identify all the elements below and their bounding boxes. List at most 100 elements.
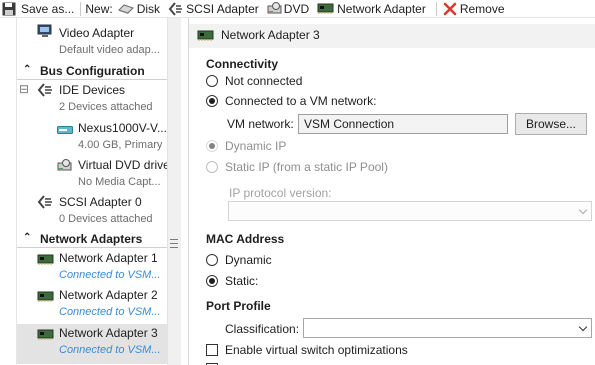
new-network-adapter-label: Network Adapter [337,1,426,16]
option-label: Connected to a VM network: [225,94,377,108]
new-dvd-button[interactable]: DVD [265,0,311,18]
mac-dynamic-radio[interactable]: Dynamic [206,253,272,267]
list-item-network-adapter-3[interactable]: Network Adapter 3 Connected to VSM... [17,324,167,364]
adapter-subtitle: Connected to VSM... [59,269,161,281]
checkbox[interactable] [206,344,218,356]
ide-devices-title: IDE Devices [59,83,126,97]
list-item-disk[interactable]: Nexus1000V-V... 4.00 GB, Primary [17,119,167,155]
section-network-adapters[interactable]: ⌃ Network Adapters [17,230,167,248]
floppy-disk-icon [2,2,17,16]
panel-header: Network Adapter 3 [189,24,595,48]
network-adapter-icon [37,329,54,341]
static-ip-radio[interactable]: Static IP (from a static IP Pool) [206,160,388,174]
sidebar-scrollbar[interactable] [167,18,181,365]
properties-panel: Network Adapter 3 Connectivity Not conne… [188,18,595,365]
option-label: Dynamic IP [225,139,287,153]
hardware-list: Video Adapter Default video adap... ⌃ Bu… [16,18,181,365]
option-label: Dynamic [225,253,272,267]
remove-x-icon [443,2,457,16]
option-label: Static IP (from a static IP Pool) [225,160,388,174]
toolbar-divider [435,1,437,16]
dynamic-ip-radio[interactable]: Dynamic IP [206,139,286,153]
new-label: New: [85,1,113,16]
radio-button[interactable] [206,161,218,173]
option-label: Enable virtual switch optimizations [225,343,408,357]
new-scsi-adapter-button[interactable]: SCSI Adapter [166,0,261,18]
chevron-down-icon [578,322,588,332]
save-as-label: Save as... [21,1,75,16]
network-adapter-icon [317,3,334,15]
save-as-button[interactable]: Save as... [0,0,76,18]
mac-address-heading: MAC Address [206,232,285,246]
new-disk-label: Disk [136,1,161,16]
vm-network-field[interactable]: VSM Connection [298,114,508,134]
port-profile-heading: Port Profile [206,299,271,313]
toolbar: Save as... New: Disk SCSI Adapter DVD Ne… [0,0,595,18]
scsi-adapter-icon [168,1,183,16]
tree-collapse-icon[interactable]: ⊟ [19,82,29,96]
connected-vm-network-radio[interactable]: Connected to a VM network: [206,94,376,108]
scsi-adapter-subtitle: 0 Devices attached [59,213,153,225]
video-adapter-subtitle: Default video adap... [59,44,160,56]
new-scsi-adapter-label: SCSI Adapter [186,1,259,16]
list-item-video-adapter[interactable]: Video Adapter Default video adap... [17,20,167,58]
adapter-title: Network Adapter 3 [59,326,158,340]
toolbar-divider [80,1,82,16]
classification-label: Classification: [225,322,300,336]
vswitch-optimizations-checkbox[interactable]: Enable virtual switch optimizations [206,343,408,357]
list-item-network-adapter-1[interactable]: Network Adapter 1 Connected to VSM... [17,250,167,286]
ide-devices-subtitle: 2 Devices attached [59,101,153,113]
radio-button[interactable] [206,275,218,287]
ide-controller-icon [37,83,53,97]
ip-protocol-select[interactable] [228,201,592,221]
remove-label: Remove [459,1,505,16]
radio-button[interactable] [206,95,218,107]
dvd-drive-title: Virtual DVD drive [78,158,170,172]
dvd-drive-icon [267,2,282,15]
new-dvd-label: DVD [283,1,310,16]
network-adapter-icon [37,291,54,303]
remove-button[interactable]: Remove [441,0,507,18]
list-item-scsi-adapter[interactable]: SCSI Adapter 0 0 Devices attached [17,193,167,229]
mac-static-radio[interactable]: Static: [206,274,258,288]
hard-disk-icon [57,124,73,134]
list-item-dvd-drive[interactable]: Virtual DVD drive No Media Capt... [17,156,170,192]
adapter-title: Network Adapter 2 [59,288,158,302]
option-label: Not connected [225,74,303,88]
dvd-drive-subtitle: No Media Capt... [78,176,161,188]
collapse-chevron-icon: ⌃ [23,232,32,243]
option-label: Static: [225,274,259,288]
radio-button[interactable] [206,140,218,152]
list-item-ide-devices[interactable]: ⊟ IDE Devices 2 Devices attached [17,82,167,118]
page-title: Network Adapter 3 [221,28,320,42]
video-adapter-title: Video Adapter [59,26,135,40]
classification-select[interactable] [303,318,592,338]
scrollbar-grip[interactable] [170,239,178,248]
ip-protocol-label: IP protocol version: [229,186,332,200]
new-disk-button[interactable]: Disk [116,0,162,18]
adapter-subtitle: Connected to VSM... [59,306,161,318]
adapter-title: Network Adapter 1 [59,251,158,265]
vm-network-label: VM network: [227,117,294,131]
radio-button[interactable] [206,75,218,87]
not-connected-radio[interactable]: Not connected [206,74,302,88]
monitor-icon [37,24,53,38]
dvd-drive-icon [57,158,72,172]
disk-title: Nexus1000V-V... [78,121,167,135]
disk-icon [117,3,134,15]
section-title: Network Adapters [40,232,143,246]
disk-subtitle: 4.00 GB, Primary [78,139,163,151]
connectivity-heading: Connectivity [206,57,279,71]
list-item-network-adapter-2[interactable]: Network Adapter 2 Connected to VSM... [17,287,167,323]
scsi-adapter-title: SCSI Adapter 0 [59,195,142,209]
scsi-adapter-icon [37,195,53,209]
collapse-chevron-icon: ⌃ [23,64,32,75]
new-network-adapter-button[interactable]: Network Adapter [315,0,428,18]
section-title: Bus Configuration [40,64,145,78]
network-adapter-icon [37,254,54,266]
section-bus-configuration[interactable]: ⌃ Bus Configuration [17,62,167,80]
browse-button[interactable]: Browse... [515,113,587,135]
radio-button[interactable] [206,254,218,266]
network-adapter-icon [197,30,214,42]
adapter-subtitle: Connected to VSM... [59,344,161,356]
